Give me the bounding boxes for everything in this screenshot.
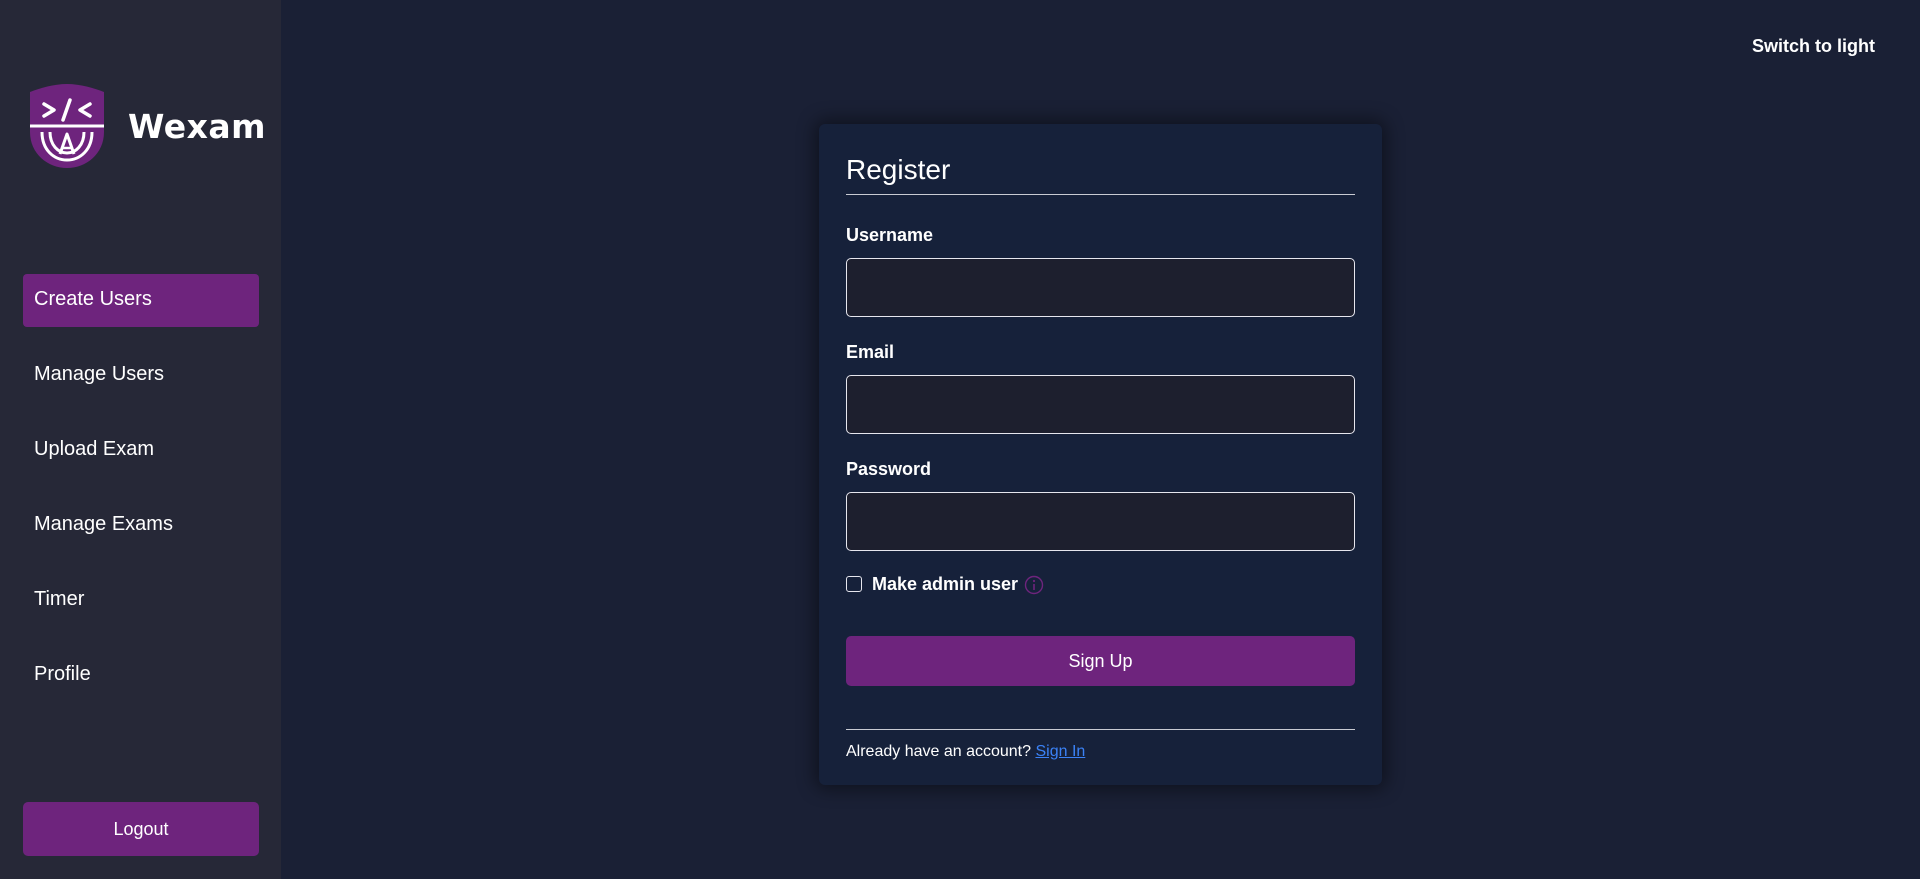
email-field[interactable] [846,375,1355,434]
brand-name: Wexam [128,106,267,146]
email-label: Email [846,342,895,362]
password-field[interactable] [846,492,1355,551]
password-label: Password [846,459,932,479]
admin-option-row: Make admin user [846,573,1355,595]
app-root: Wexam Create Users Manage Users Upload E… [0,0,1920,879]
username-field[interactable] [846,258,1355,317]
logout-button[interactable]: Logout [23,802,259,856]
sidebar-item-manage-exams[interactable]: Manage Exams [23,499,259,552]
sign-in-link[interactable]: Sign In [1035,743,1085,760]
title-divider [846,194,1355,195]
sidebar-item-timer[interactable]: Timer [23,574,259,627]
page-title: Register [846,154,951,185]
info-icon[interactable] [1024,575,1044,595]
sidebar-item-manage-users[interactable]: Manage Users [23,349,259,402]
sign-up-button[interactable]: Sign Up [846,636,1355,686]
sidebar-item-profile[interactable]: Profile [23,649,259,702]
make-admin-checkbox[interactable] [846,576,862,592]
sidebar-item-upload-exam[interactable]: Upload Exam [23,424,259,477]
sidebar-nav: Create Users Manage Users Upload Exam Ma… [23,274,259,724]
signin-prompt: Already have an account? Sign In [846,743,1355,761]
sidebar: Wexam Create Users Manage Users Upload E… [0,0,281,879]
signin-prompt-text: Already have an account? [846,743,1032,760]
make-admin-label: Make admin user [872,573,1019,594]
shield-code-logo-icon [30,84,104,168]
brand[interactable]: Wexam [28,82,266,170]
register-card: Register Username Email Password Make ad… [819,124,1382,785]
sidebar-item-create-users[interactable]: Create Users [23,274,259,327]
theme-toggle-button[interactable]: Switch to light [1752,36,1875,57]
footer-divider [846,729,1355,730]
username-label: Username [846,225,934,245]
